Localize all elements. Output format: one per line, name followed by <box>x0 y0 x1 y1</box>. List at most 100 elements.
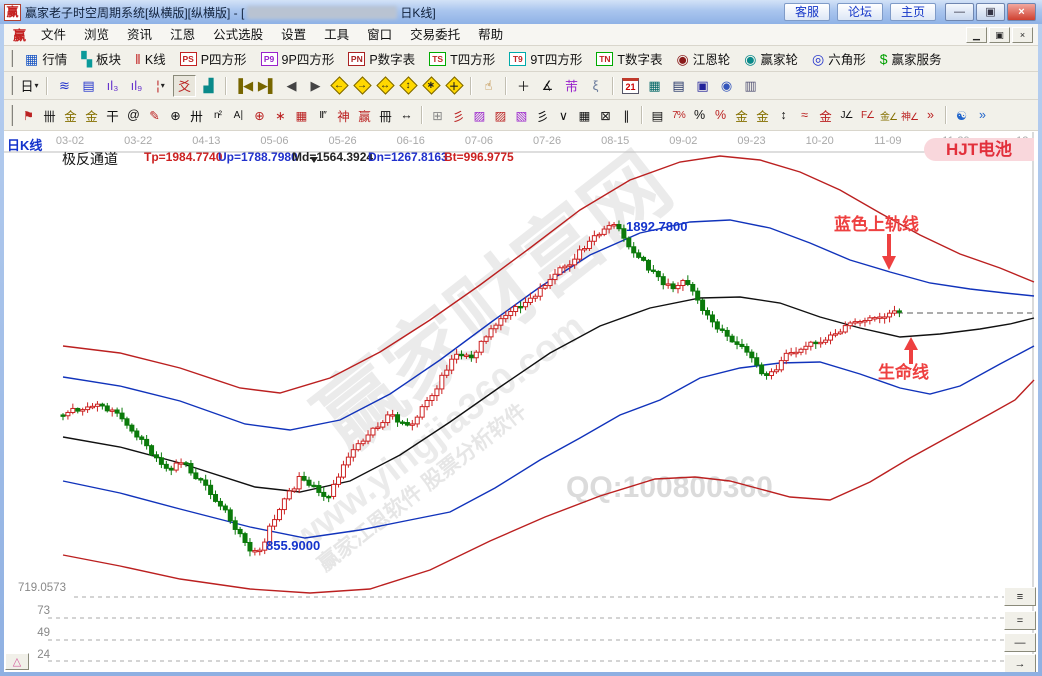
menu-item-江恩[interactable]: 江恩 <box>161 25 204 45</box>
red-grid2-tool-icon[interactable]: ▨ <box>490 104 511 126</box>
more-tools-chevron[interactable]: » <box>920 104 941 126</box>
bars-9-icon[interactable]: ıl₉ <box>125 75 148 97</box>
fan-lines-tool-icon[interactable]: 彡 <box>532 104 553 126</box>
wave-a-tool-icon[interactable]: ≈ <box>794 104 815 126</box>
winner-wheel-button[interactable]: ◉赢家轮 <box>737 49 805 68</box>
mdi-close-button[interactable]: × <box>1012 27 1033 43</box>
info-note-icon[interactable]: ▤ <box>77 75 100 97</box>
pane-lines-3-button[interactable]: ≡ <box>1004 587 1036 606</box>
pan-left-button[interactable]: ← <box>328 75 350 97</box>
pane-arrow-button[interactable]: → <box>1004 654 1036 672</box>
toolbar-drag-handle[interactable] <box>11 76 14 95</box>
gold-angle-tool-icon[interactable]: 金∠ <box>878 104 899 126</box>
prev-bar-button[interactable]: ◀ <box>280 75 303 97</box>
mirror-tool-icon[interactable]: A∣ <box>228 104 249 126</box>
j-angle-tool-icon[interactable]: J∠ <box>836 104 857 126</box>
percent-tool-icon[interactable]: % <box>689 104 710 126</box>
last-bar-button[interactable]: ▶▌ <box>256 75 279 97</box>
titlebar-link-主页[interactable]: 主页 <box>890 3 936 21</box>
crosshair-tool-icon[interactable]: ＋ <box>512 75 535 97</box>
percent-lines-tool-icon[interactable]: % <box>710 104 731 126</box>
sectors-button[interactable]: ▚板块 <box>74 49 128 68</box>
purple-grid2-tool-icon[interactable]: ▧ <box>511 104 532 126</box>
first-bar-button[interactable]: ▐◀ <box>232 75 255 97</box>
crosshair-circle-tool-icon[interactable]: ⊕ <box>249 104 270 126</box>
strike-percent-tool-icon[interactable]: 7% <box>668 104 689 126</box>
p9-square-button[interactable]: P99P四方形 <box>254 49 342 68</box>
spiral-tool-icon[interactable]: @ <box>123 104 144 126</box>
menu-item-交易委托[interactable]: 交易委托 <box>401 25 469 45</box>
menu-item-文件[interactable]: 文件 <box>32 25 75 45</box>
angle-measure-icon[interactable]: ∡ <box>536 75 559 97</box>
fence-tool-icon[interactable]: 冊 <box>375 104 396 126</box>
save-icon[interactable]: ▣ <box>691 75 714 97</box>
f-angle-tool-icon[interactable]: F∠ <box>857 104 878 126</box>
menu-item-设置[interactable]: 设置 <box>272 25 315 45</box>
indicator-name[interactable]: 极反通道 <box>62 149 118 169</box>
ruler2-tool-icon[interactable]: 卅 <box>186 104 207 126</box>
menu-item-资讯[interactable]: 资讯 <box>118 25 161 45</box>
pen-flag-tool-icon[interactable]: ⚑ <box>18 104 39 126</box>
f-ruler-tool-icon[interactable]: 干 <box>102 104 123 126</box>
mdi-minimize-button[interactable]: ▁ <box>966 27 987 43</box>
notes-icon[interactable]: ▤ <box>667 75 690 97</box>
n-squared-tool-icon[interactable]: n² <box>207 104 228 126</box>
coil-tool-icon[interactable]: ξ <box>584 75 607 97</box>
gold-red-tool-icon[interactable]: 金 <box>815 104 836 126</box>
dot-grid-tool-icon[interactable]: ▦ <box>574 104 595 126</box>
p-square-button[interactable]: PSP四方形 <box>173 49 254 68</box>
expand-vertical-button[interactable]: ↕ <box>397 75 419 97</box>
gold-ruler-tool-icon[interactable]: 金 <box>60 104 81 126</box>
shen-angle-tool-icon[interactable]: 神∠ <box>899 104 920 126</box>
hand-tool-icon[interactable]: ☝ <box>477 75 500 97</box>
pane-lines-2-button[interactable]: = <box>1004 611 1036 630</box>
t9-square-button[interactable]: T99T四方形 <box>502 49 589 68</box>
ying-ruler-tool-icon[interactable]: 赢 <box>354 104 375 126</box>
menu-item-窗口[interactable]: 窗口 <box>358 25 401 45</box>
pen-ruler-tool-icon[interactable]: ✎ <box>144 104 165 126</box>
t-square-button[interactable]: TST四方形 <box>422 49 502 68</box>
histogram-icon[interactable]: ▟ <box>197 75 220 97</box>
curve-style-icon[interactable]: ≋ <box>53 75 76 97</box>
winner-service-button[interactable]: $赢家服务 <box>873 49 949 68</box>
t-table-button[interactable]: TNT数字表 <box>589 49 669 68</box>
wave-tool-icon[interactable]: ∨ <box>553 104 574 126</box>
period-day-button[interactable]: 日▾ <box>18 75 41 97</box>
gold-lines-tool-icon[interactable]: 金 <box>752 104 773 126</box>
menu-item-公式选股[interactable]: 公式选股 <box>204 25 272 45</box>
quotes-button[interactable]: ▦行情 <box>18 49 74 68</box>
shen-ruler-tool-icon[interactable]: 神 <box>333 104 354 126</box>
gann-circle-tool-icon[interactable]: ⊕ <box>165 104 186 126</box>
chart-area[interactable]: 赢家财富网 www.yingjia360.com 赢家江恩软件 股票分析软件 Q… <box>4 131 1038 672</box>
pan-right-button[interactable]: → <box>351 75 373 97</box>
close-button[interactable]: × <box>1007 3 1036 21</box>
more-chevron2[interactable]: » <box>972 104 993 126</box>
purple-grid-tool-icon[interactable]: ▨ <box>469 104 490 126</box>
candle-style-button[interactable]: ¦▾ <box>149 75 172 97</box>
pane-lines-1-button[interactable]: — <box>1004 633 1036 652</box>
spiderweb-tool-icon[interactable]: ∗ <box>270 104 291 126</box>
measure-pen-tool-icon[interactable]: ↕ <box>773 104 794 126</box>
span-arrow-tool-icon[interactable]: ↔ <box>396 104 417 126</box>
grid-box-tool-icon[interactable]: ⊞ <box>427 104 448 126</box>
calendar-icon[interactable]: 21 <box>619 75 642 97</box>
minimize-button[interactable]: — <box>945 3 974 21</box>
column-ruler-tool-icon[interactable]: ▤ <box>647 104 668 126</box>
next-bar-button[interactable]: ▶ <box>304 75 327 97</box>
hexagon-button[interactable]: ◎六角形 <box>805 49 873 68</box>
titlebar-link-客服[interactable]: 客服 <box>784 3 830 21</box>
k-quote-tool-icon[interactable]: Ⅱ″ <box>312 104 333 126</box>
restore-button[interactable]: ▣ <box>976 3 1005 21</box>
bars-3-icon[interactable]: ıl₃ <box>101 75 124 97</box>
pattern-icon[interactable]: 爻 <box>173 75 196 97</box>
calculator-icon[interactable]: ▦ <box>643 75 666 97</box>
grid-arrow-tool-icon[interactable]: ⊠ <box>595 104 616 126</box>
menu-item-工具[interactable]: 工具 <box>315 25 358 45</box>
zoom-out-button[interactable]: ∗ <box>420 75 442 97</box>
red-grid-tool-icon[interactable]: ▦ <box>291 104 312 126</box>
pc-export-icon[interactable]: ▥ <box>739 75 762 97</box>
toolbar-drag-handle[interactable] <box>11 105 14 126</box>
gold-circle-tool-icon[interactable]: 金 <box>731 104 752 126</box>
indicator-expand-button[interactable]: △ <box>5 653 29 670</box>
toolbar-drag-handle[interactable] <box>11 50 14 68</box>
